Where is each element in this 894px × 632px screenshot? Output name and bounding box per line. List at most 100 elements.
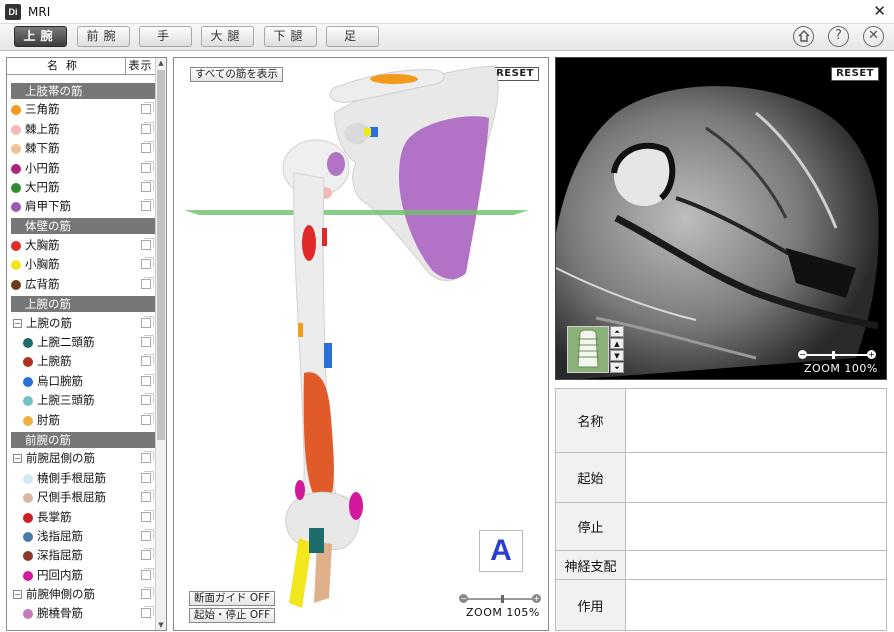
model-zoom-slider[interactable]: − + xyxy=(459,594,541,604)
muscle-list-item[interactable]: 棘上筋 xyxy=(7,120,155,139)
muscle-list-item[interactable]: 肩甲下筋 xyxy=(7,197,155,216)
muscle-list-item[interactable]: 上腕三頭筋 xyxy=(7,391,155,410)
muscle-color-dot-icon xyxy=(11,260,21,271)
zoom-out-icon[interactable]: − xyxy=(459,594,468,603)
scrollbar-thumb[interactable] xyxy=(157,70,165,440)
muscle-list-item[interactable]: 小円筋 xyxy=(7,159,155,178)
visibility-toggle-icon[interactable] xyxy=(141,528,154,541)
visibility-toggle-icon[interactable] xyxy=(141,567,154,580)
visibility-toggle-icon[interactable] xyxy=(141,373,154,386)
zoom-in-icon[interactable]: + xyxy=(532,594,541,603)
visibility-toggle-icon[interactable] xyxy=(141,160,154,173)
subgroup-row[interactable]: − 前腕伸側の筋 xyxy=(7,585,155,604)
visibility-toggle-icon[interactable] xyxy=(141,451,154,464)
visibility-toggle-icon[interactable] xyxy=(141,587,154,600)
section-guide-toggle[interactable]: 断面ガイド OFF xyxy=(189,591,276,606)
window-title: MRI xyxy=(28,4,51,19)
muscle-list-item[interactable]: 上腕二頭筋 xyxy=(7,333,155,352)
visibility-toggle-icon[interactable] xyxy=(141,141,154,154)
visibility-toggle-icon[interactable] xyxy=(141,315,154,328)
tab-foot[interactable]: 足 xyxy=(326,26,379,47)
muscle-label: 三角筋 xyxy=(25,102,60,117)
mri-reset-button[interactable]: RESET xyxy=(831,67,879,81)
collapse-icon[interactable]: − xyxy=(13,590,22,600)
group-header: 体壁の筋 xyxy=(11,218,155,235)
info-value xyxy=(627,551,886,579)
collapse-icon[interactable]: − xyxy=(13,318,22,328)
muscle-color-dot-icon xyxy=(23,376,33,387)
visibility-toggle-icon[interactable] xyxy=(141,121,154,134)
muscle-list-item[interactable]: 肘筋 xyxy=(7,411,155,430)
muscle-list-item[interactable]: 円回内筋 xyxy=(7,566,155,585)
visibility-toggle-icon[interactable] xyxy=(141,490,154,503)
visibility-toggle-icon[interactable] xyxy=(141,412,154,425)
slice-thumbnail[interactable] xyxy=(567,326,609,373)
view-orientation-a[interactable]: A xyxy=(479,530,523,572)
scroll-down-arrow-icon[interactable]: ▼ xyxy=(156,620,166,630)
muscle-list-item[interactable]: 尺側手根屈筋 xyxy=(7,488,155,507)
muscle-list-item[interactable]: 三角筋 xyxy=(7,100,155,119)
mri-zoom-out-icon[interactable]: − xyxy=(798,350,807,359)
muscle-list-item[interactable]: 棘下筋 xyxy=(7,139,155,158)
tab-forearm[interactable]: 前腕 xyxy=(77,26,130,47)
slice-navigator[interactable]: ⏶ ▲ ▼ ⏷ xyxy=(567,326,625,373)
muscle-list-item[interactable]: 上腕筋 xyxy=(7,352,155,371)
muscle-list-item[interactable]: 大円筋 xyxy=(7,178,155,197)
visibility-toggle-icon[interactable] xyxy=(141,606,154,619)
subgroup-row[interactable]: − 上腕の筋 xyxy=(7,314,155,333)
muscle-list-item[interactable]: 小胸筋 xyxy=(7,255,155,274)
tab-hand[interactable]: 手 xyxy=(139,26,192,47)
muscle-label: 肘筋 xyxy=(37,412,60,427)
tab-upper-arm[interactable]: 上腕 xyxy=(14,26,67,47)
visibility-toggle-icon[interactable] xyxy=(141,199,154,212)
visibility-toggle-icon[interactable] xyxy=(141,354,154,367)
collapse-icon[interactable]: − xyxy=(13,454,22,464)
visibility-toggle-icon[interactable] xyxy=(141,276,154,289)
slice-first-icon[interactable]: ⏶ xyxy=(610,326,624,337)
visibility-toggle-icon[interactable] xyxy=(141,238,154,251)
home-icon[interactable] xyxy=(793,26,814,47)
muscle-list-item[interactable]: 烏口腕筋 xyxy=(7,372,155,391)
visibility-toggle-icon[interactable] xyxy=(141,102,154,115)
help-icon[interactable]: ? xyxy=(828,26,849,47)
muscle-label: 広背筋 xyxy=(25,276,60,291)
muscle-list-item[interactable]: 橈側手根屈筋 xyxy=(7,469,155,488)
muscle-list-item[interactable]: 腕橈骨筋 xyxy=(7,604,155,623)
muscle-list-item[interactable]: 深指屈筋 xyxy=(7,546,155,565)
muscle-label: 円回内筋 xyxy=(37,567,83,582)
window-close-button[interactable]: ✕ xyxy=(873,2,886,20)
visibility-toggle-icon[interactable] xyxy=(141,548,154,561)
mri-zoom-knob[interactable] xyxy=(832,351,835,359)
tab-thigh[interactable]: 大腿 xyxy=(201,26,254,47)
close-circle-icon[interactable]: ✕ xyxy=(863,26,884,47)
slice-last-icon[interactable]: ⏷ xyxy=(610,362,624,373)
visibility-toggle-icon[interactable] xyxy=(141,257,154,270)
mri-zoom-in-icon[interactable]: + xyxy=(867,350,876,359)
scroll-up-arrow-icon[interactable]: ▲ xyxy=(156,58,166,68)
subgroup-row[interactable]: − 前腕屈側の筋 xyxy=(7,449,155,468)
muscle-list-item[interactable]: 浅指屈筋 xyxy=(7,527,155,546)
muscle-label: 上腕三頭筋 xyxy=(37,393,95,408)
slice-up-icon[interactable]: ▲ xyxy=(610,338,624,349)
visibility-toggle-icon[interactable] xyxy=(141,470,154,483)
muscle-list-scrollbar[interactable]: ▲ ▼ xyxy=(155,58,166,630)
visibility-toggle-icon[interactable] xyxy=(141,393,154,406)
tab-lower-leg[interactable]: 下腿 xyxy=(264,26,317,47)
muscle-color-dot-icon xyxy=(23,531,33,542)
visibility-toggle-icon[interactable] xyxy=(141,179,154,192)
muscle-label: 棘下筋 xyxy=(25,141,60,156)
info-label: 作用 xyxy=(556,580,626,630)
muscle-list-item[interactable]: 広背筋 xyxy=(7,275,155,294)
origin-insertion-toggle[interactable]: 起始・停止 OFF xyxy=(189,608,276,623)
info-value xyxy=(627,389,886,452)
mri-zoom-slider[interactable]: − + xyxy=(798,350,876,360)
model-zoom-knob[interactable] xyxy=(501,595,504,603)
visibility-toggle-icon[interactable] xyxy=(141,335,154,348)
slice-down-icon[interactable]: ▼ xyxy=(610,350,624,361)
model-viewer-panel[interactable]: すべての筋を表示 RESET A − + ZOOM 105% 断面ガイド OFF… xyxy=(173,57,549,631)
muscle-list-item[interactable]: 長掌筋 xyxy=(7,508,155,527)
muscle-label: 尺側手根屈筋 xyxy=(37,490,106,505)
visibility-toggle-icon[interactable] xyxy=(141,509,154,522)
muscle-label: 小円筋 xyxy=(25,160,60,175)
muscle-list-item[interactable]: 大胸筋 xyxy=(7,236,155,255)
